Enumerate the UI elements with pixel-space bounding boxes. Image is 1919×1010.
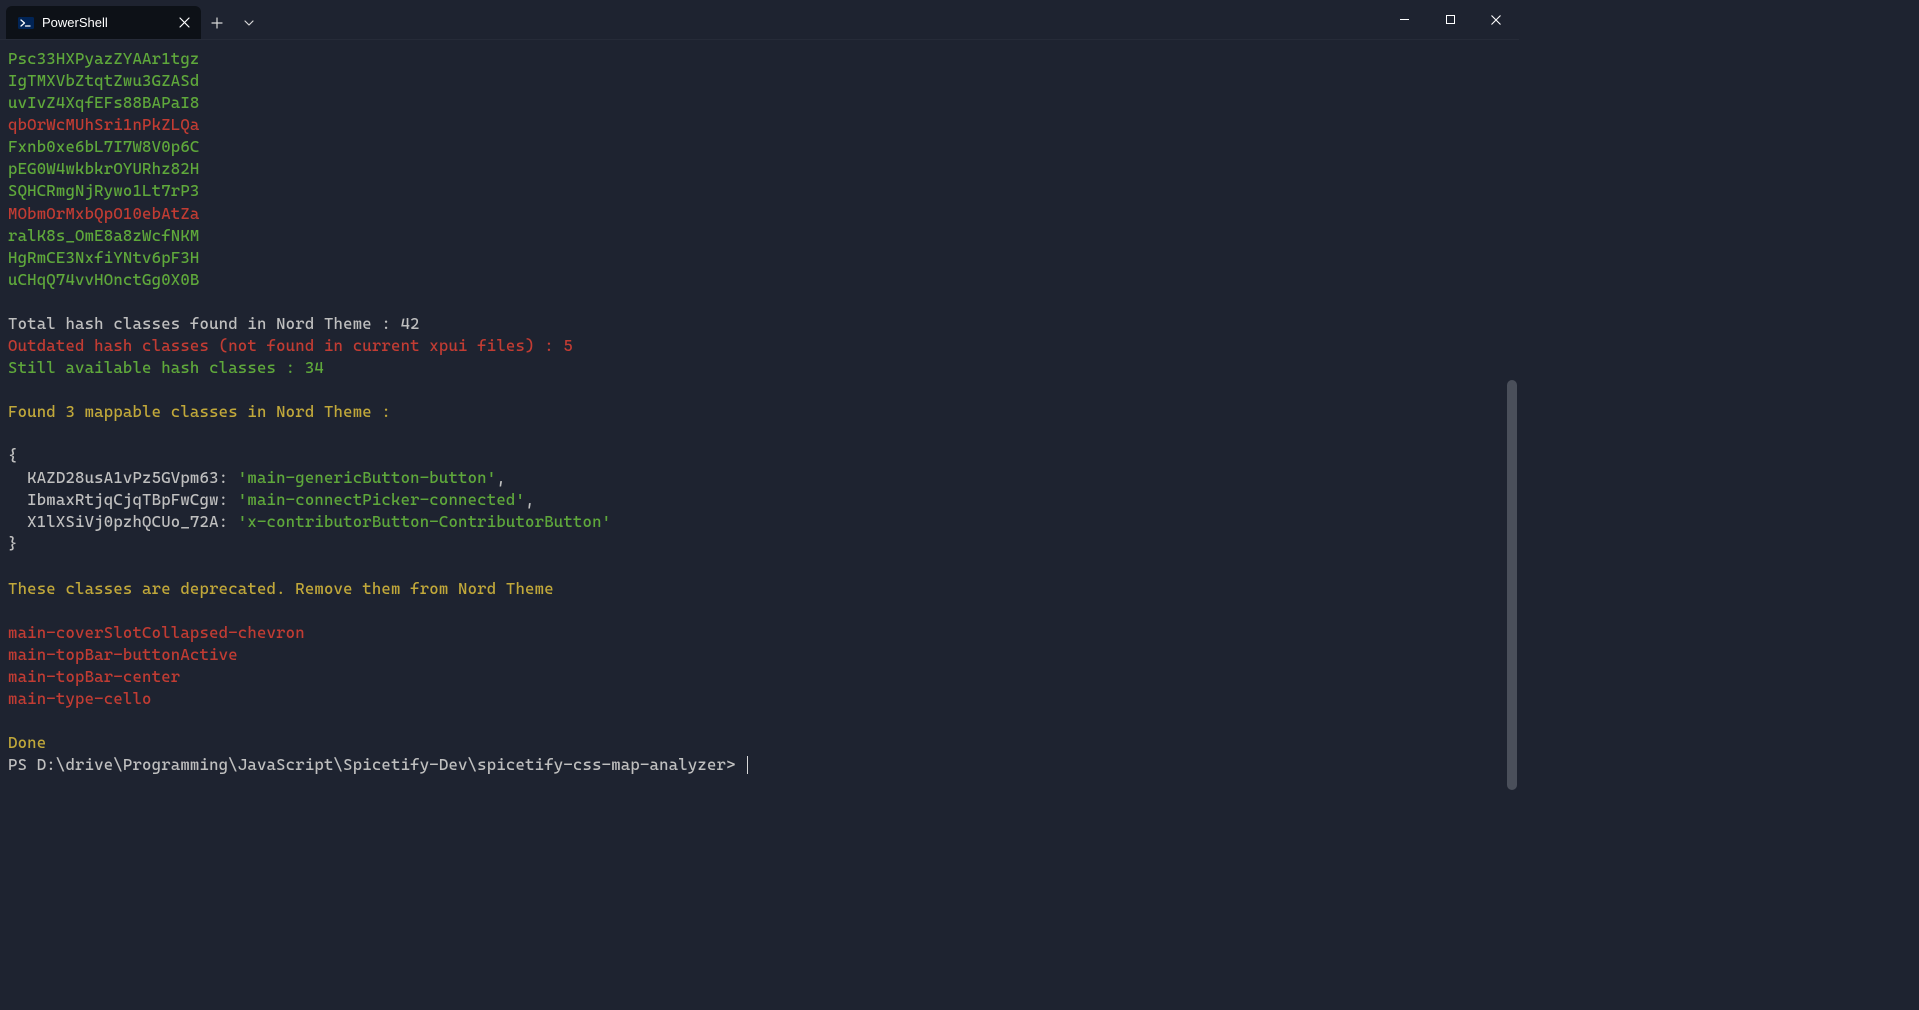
terminal-line: main-coverSlotCollapsed-chevron — [8, 622, 1511, 644]
terminal-line: Found 3 mappable classes in Nord Theme : — [8, 401, 1511, 423]
close-tab-button[interactable] — [175, 14, 193, 32]
tab-dropdown-button[interactable] — [233, 6, 265, 39]
terminal-line: pEG0W4wkbkrOYURhz82H — [8, 158, 1511, 180]
window-close-button[interactable] — [1473, 0, 1519, 39]
minimize-button[interactable] — [1381, 0, 1427, 39]
terminal-line: MObmOrMxbQpO10ebAtZa — [8, 203, 1511, 225]
terminal-line: IbmaxRtjqCjqTBpFwCgw: 'main-connectPicke… — [8, 489, 1511, 511]
scrollbar-thumb[interactable] — [1507, 380, 1517, 790]
terminal-line: HgRmCE3NxfiYNtv6pF3H — [8, 247, 1511, 269]
terminal-line: Fxnb0xe6bL7I7W8V0p6C — [8, 136, 1511, 158]
terminal-line: Total hash classes found in Nord Theme :… — [8, 313, 1511, 335]
terminal-line: These classes are deprecated. Remove the… — [8, 578, 1511, 600]
terminal-line: SQHCRmgNjRywo1Lt7rP3 — [8, 180, 1511, 202]
terminal-line: Outdated hash classes (not found in curr… — [8, 335, 1511, 357]
tab-powershell[interactable]: PowerShell — [6, 6, 201, 39]
terminal-line: qbOrWcMUhSri1nPkZLQa — [8, 114, 1511, 136]
powershell-icon — [18, 15, 34, 31]
terminal-line: Done — [8, 732, 1511, 754]
titlebar-drag-region[interactable] — [265, 0, 1381, 39]
tab-title: PowerShell — [42, 15, 175, 30]
prompt-line[interactable]: PS D:\drive\Programming\JavaScript\Spice… — [8, 754, 1511, 776]
terminal-line: Psc33HXPyazZYAAr1tgz — [8, 48, 1511, 70]
maximize-button[interactable] — [1427, 0, 1473, 39]
terminal-line: main-type-cello — [8, 688, 1511, 710]
titlebar: PowerShell — [0, 0, 1519, 40]
prompt-text: PS D:\drive\Programming\JavaScript\Spice… — [8, 755, 745, 774]
terminal-line: { — [8, 445, 1511, 467]
terminal-line: X1lXSiVj0pzhQCUo_72A: 'x-contributorButt… — [8, 511, 1511, 533]
terminal-output[interactable]: Psc33HXPyazZYAAr1tgzIgTMXVbZtqtZwu3GZASd… — [0, 40, 1519, 784]
terminal-line: uvIvZ4XqfEFs88BAPaI8 — [8, 92, 1511, 114]
terminal-line: uCHqQ74vvHOnctGg0X0B — [8, 269, 1511, 291]
terminal-line: main-topBar-center — [8, 666, 1511, 688]
terminal-line: main-topBar-buttonActive — [8, 644, 1511, 666]
new-tab-button[interactable] — [201, 6, 233, 39]
scrollbar[interactable] — [1505, 40, 1517, 795]
terminal-line: Still available hash classes : 34 — [8, 357, 1511, 379]
window-controls — [1381, 0, 1519, 39]
terminal-line: IgTMXVbZtqtZwu3GZASd — [8, 70, 1511, 92]
cursor — [747, 756, 748, 774]
terminal-line: ralK8s_OmE8a8zWcfNKM — [8, 225, 1511, 247]
terminal-line: KAZD28usA1vPz5GVpm63: 'main-genericButto… — [8, 467, 1511, 489]
terminal-line: } — [8, 533, 1511, 555]
